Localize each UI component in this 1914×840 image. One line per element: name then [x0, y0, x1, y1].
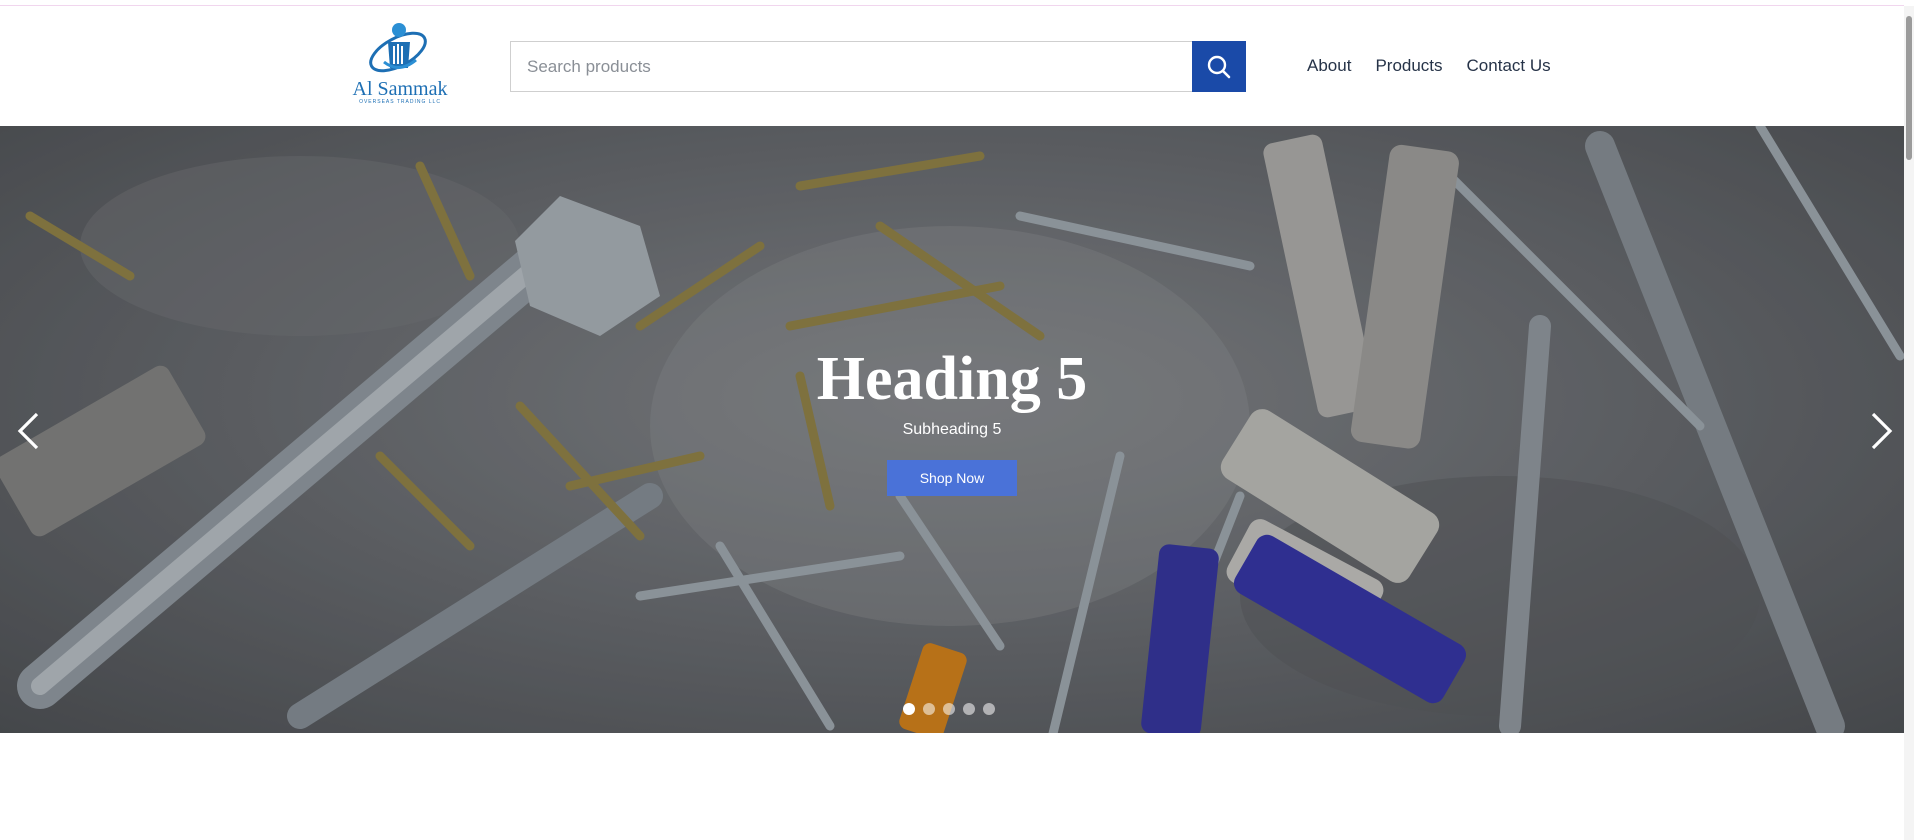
- search-form: [510, 41, 1246, 92]
- carousel-dot-3[interactable]: [943, 703, 955, 715]
- site-logo[interactable]: Al Sammak OVERSEAS TRADING LLC: [352, 18, 448, 118]
- logo-tagline: OVERSEAS TRADING LLC: [359, 99, 441, 105]
- carousel-indicators: [903, 703, 995, 715]
- chevron-right-icon: [1871, 412, 1893, 450]
- page-scrollbar[interactable]: [1904, 6, 1914, 840]
- carousel-dot-1[interactable]: [903, 703, 915, 715]
- nav-contact-link[interactable]: Contact Us: [1467, 56, 1551, 80]
- carousel-dot-4[interactable]: [963, 703, 975, 715]
- carousel-dot-5[interactable]: [983, 703, 995, 715]
- carousel-next-button[interactable]: [1864, 408, 1900, 454]
- logo-emblem-icon: [369, 23, 427, 73]
- search-button[interactable]: [1192, 41, 1246, 92]
- logo-name: Al Sammak: [352, 78, 448, 100]
- chevron-left-icon: [17, 412, 39, 450]
- search-input[interactable]: [510, 41, 1192, 92]
- nav-about-link[interactable]: About: [1307, 56, 1351, 80]
- main-nav: About Products Contact Us: [1307, 56, 1551, 80]
- carousel-prev-button[interactable]: [10, 408, 46, 454]
- hero-caption: Heading 5 Subheading 5 Shop Now: [0, 344, 1904, 496]
- hero-subheading: Subheading 5: [902, 421, 1002, 438]
- site-header: Al Sammak OVERSEAS TRADING LLC About Pro…: [0, 6, 1904, 126]
- scrollbar-thumb[interactable]: [1906, 16, 1912, 160]
- shop-now-button[interactable]: Shop Now: [887, 460, 1017, 496]
- hero-carousel: Heading 5 Subheading 5 Shop Now: [0, 126, 1904, 733]
- nav-products-link[interactable]: Products: [1375, 56, 1442, 80]
- search-icon: [1207, 55, 1231, 78]
- carousel-dot-2[interactable]: [923, 703, 935, 715]
- hero-heading: Heading 5: [816, 345, 1088, 413]
